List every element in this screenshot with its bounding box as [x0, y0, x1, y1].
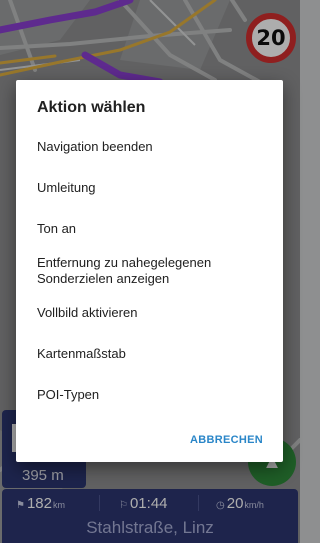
dialog-title: Aktion wählen — [37, 99, 146, 116]
menu-item-ton-an[interactable]: Ton an — [37, 221, 267, 237]
menu-item-nearby-poi-distance[interactable]: Entfernung zu nahegelegenen Sonderzielen… — [37, 255, 267, 287]
action-dialog: Aktion wählen Navigation beenden Umleitu… — [16, 80, 283, 462]
cancel-button[interactable]: ABBRECHEN — [190, 434, 263, 446]
menu-item-umleitung[interactable]: Umleitung — [37, 180, 267, 196]
menu-item-map-scale[interactable]: Kartenmaßstab — [37, 346, 267, 362]
menu-item-navigation-beenden[interactable]: Navigation beenden — [37, 139, 267, 155]
menu-item-poi-types[interactable]: POI-Typen — [37, 387, 267, 403]
menu-item-fullscreen[interactable]: Vollbild aktivieren — [37, 305, 267, 321]
